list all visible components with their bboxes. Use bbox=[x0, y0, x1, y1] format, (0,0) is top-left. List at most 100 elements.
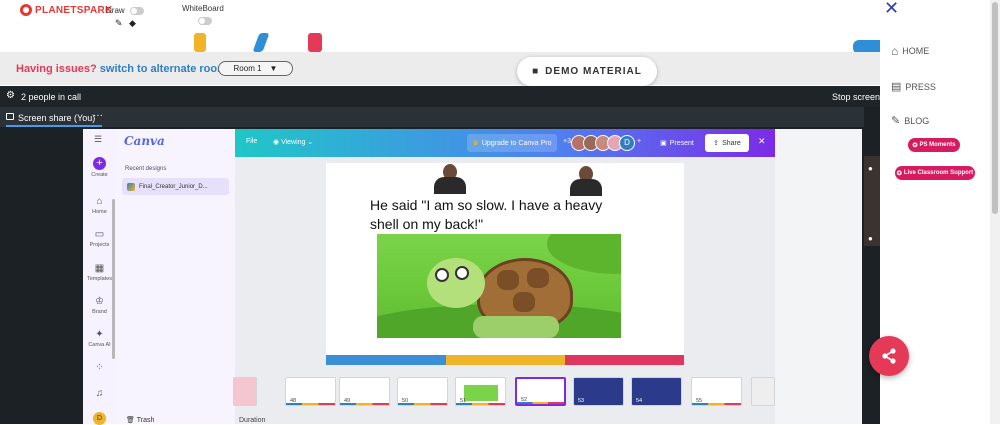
close-icon[interactable]: ✕ bbox=[884, 0, 899, 17]
page-scrollbar[interactable] bbox=[990, 0, 1000, 424]
participant-video[interactable]: ● ● bbox=[864, 156, 880, 246]
mic-icon-bottom: ● bbox=[868, 234, 873, 243]
page-number: 51 bbox=[460, 398, 467, 404]
upgrade-label: Upgrade to Canva Pro bbox=[481, 139, 552, 147]
whiteboard-toggle[interactable] bbox=[198, 17, 212, 25]
more-options-icon[interactable]: ··· bbox=[93, 110, 103, 121]
nav-blog-label: BLOG bbox=[904, 115, 930, 126]
screen-share-tab[interactable]: Screen share (You) ··· bbox=[0, 107, 864, 127]
caret-down-icon: ▼ bbox=[269, 64, 278, 73]
close-icon[interactable]: ✕ bbox=[758, 136, 766, 147]
editor-toolbar: File ◉ Viewing ⌄ ♛ Upgrade to Canva Pro … bbox=[235, 129, 775, 157]
stripe-red bbox=[565, 355, 684, 365]
share-label: Share bbox=[722, 139, 741, 147]
stripe-blue bbox=[326, 355, 446, 365]
planetspark-logo[interactable]: PLANETSPARK bbox=[20, 4, 113, 16]
page-thumbnail[interactable] bbox=[751, 377, 775, 406]
nav-blog[interactable]: ✎ BLOG bbox=[891, 114, 929, 127]
avatar: D bbox=[619, 135, 635, 151]
share-button[interactable]: ⇪ Share bbox=[705, 134, 749, 152]
nav-press[interactable]: ▤ PRESS bbox=[891, 80, 936, 93]
screen-icon bbox=[6, 113, 14, 120]
rail-apps[interactable]: ⁘ bbox=[83, 362, 116, 375]
canva-window: ☰ + Create ⌂ Home ▭ Projects ▦ Templates ♔ B… bbox=[83, 129, 862, 425]
person-image bbox=[568, 166, 604, 196]
newspaper-icon: ▤ bbox=[891, 81, 902, 93]
demo-material-label: DEMO MATERIAL bbox=[545, 66, 642, 77]
live-support-button[interactable]: ✪ Live Classroom Support bbox=[895, 166, 975, 180]
page-thumbnail[interactable]: 55 bbox=[691, 377, 742, 406]
people-count: 2 people in call bbox=[21, 92, 82, 102]
page-number: 50 bbox=[402, 398, 409, 404]
nav-press-label: PRESS bbox=[905, 81, 936, 92]
call-header: ⚙ 2 people in call Stop screen bbox=[0, 86, 880, 107]
rail-home-label: Home bbox=[92, 209, 107, 215]
page-thumbnail[interactable]: 48 bbox=[285, 377, 336, 406]
pencil-icon: ✎ bbox=[891, 115, 901, 127]
recent-design-title: Final_Creator_Junior_D... bbox=[139, 183, 208, 190]
present-button[interactable]: ▣ Present bbox=[655, 134, 699, 152]
rail-create[interactable]: Create bbox=[83, 172, 116, 178]
rail-notifications[interactable]: ♫ bbox=[83, 388, 116, 401]
decorative-arc-red bbox=[308, 33, 322, 52]
rail-canva-ai-label: Canva AI bbox=[88, 342, 111, 348]
file-menu[interactable]: File bbox=[246, 138, 257, 145]
present-label: Present bbox=[669, 139, 694, 147]
slide-canvas[interactable]: He said "I am so slow. I have a heavy sh… bbox=[326, 163, 684, 365]
share-icon bbox=[882, 348, 896, 364]
page-thumbnails: 48 49 50 51 52 53 54 55 bbox=[233, 373, 775, 409]
eraser-icon[interactable]: ◆ bbox=[129, 18, 136, 29]
draw-label: Draw bbox=[106, 6, 125, 15]
page-thumbnail[interactable]: 51 bbox=[455, 377, 506, 406]
viewing-dropdown[interactable]: ◉ Viewing ⌄ bbox=[273, 138, 313, 146]
ps-moments-button[interactable]: ✪ PS Moments bbox=[908, 138, 960, 152]
trash-link[interactable]: 🗑 Trash bbox=[126, 416, 154, 424]
canva-editor: File ◉ Viewing ⌄ ♛ Upgrade to Canva Pro … bbox=[233, 129, 775, 424]
upload-icon: ⇪ bbox=[713, 140, 720, 147]
pencil-icon[interactable]: ✎ bbox=[115, 18, 123, 29]
canva-logo[interactable]: Canva bbox=[124, 134, 165, 148]
page-thumbnail[interactable]: 49 bbox=[339, 377, 390, 406]
stop-screen-button[interactable]: Stop screen bbox=[832, 92, 880, 102]
slide-text: He said "I am so slow. I have a heavy sh… bbox=[370, 197, 603, 232]
upgrade-button[interactable]: ♛ Upgrade to Canva Pro bbox=[467, 134, 557, 152]
recent-design-item[interactable]: Final_Creator_Junior_D... bbox=[122, 178, 229, 195]
rail-scrollbar[interactable] bbox=[112, 199, 115, 359]
room-select-value: Room 1 bbox=[233, 64, 262, 73]
top-bar: PLANETSPARK Draw ✎ ◆ WhiteBoard bbox=[0, 0, 880, 33]
design-thumbnail-icon bbox=[127, 182, 135, 191]
rail-projects-label: Projects bbox=[89, 242, 110, 248]
switch-room-link[interactable]: switch to alternate room bbox=[100, 63, 227, 75]
info-icon: ✪ bbox=[896, 170, 902, 177]
share-button-fab[interactable] bbox=[869, 336, 909, 376]
create-button[interactable]: + bbox=[93, 157, 106, 170]
page-number: 55 bbox=[696, 398, 703, 404]
user-avatar[interactable]: D bbox=[93, 412, 106, 425]
page-thumbnail[interactable]: 53 bbox=[573, 377, 624, 406]
person-image bbox=[432, 164, 468, 194]
gear-icon[interactable]: ⚙ bbox=[6, 90, 15, 101]
draw-toggle[interactable] bbox=[130, 7, 144, 15]
present-icon: ▣ bbox=[660, 140, 667, 147]
nav-home[interactable]: ⌂ HOME bbox=[891, 44, 929, 58]
bell-icon: ♫ bbox=[95, 388, 104, 399]
collaborator-avatars[interactable]: D bbox=[571, 135, 635, 151]
duration-label[interactable]: Duration bbox=[239, 417, 265, 424]
logo-text: PLANETSPARK bbox=[35, 4, 113, 16]
turtle-illustration bbox=[377, 234, 621, 338]
screen-share-label: Screen share (You) bbox=[18, 113, 96, 123]
star-icon: ✪ bbox=[912, 142, 918, 149]
page-thumbnail[interactable] bbox=[233, 377, 257, 406]
page-thumbnail[interactable]: 52 bbox=[515, 377, 566, 406]
rail-brand-label: Brand bbox=[92, 309, 107, 315]
page-number: 54 bbox=[636, 398, 643, 404]
recent-designs-heading: Recent designs bbox=[125, 166, 167, 172]
page-thumbnail[interactable]: 50 bbox=[397, 377, 448, 406]
page-number: 49 bbox=[344, 398, 351, 404]
demo-material-button[interactable]: ■ DEMO MATERIAL bbox=[517, 57, 657, 86]
collapse-panel-icon[interactable]: ☰ bbox=[94, 134, 102, 145]
room-select[interactable]: Room 1 ▼ bbox=[218, 61, 293, 76]
page-scrollbar-thumb[interactable] bbox=[992, 2, 998, 214]
add-collaborator-icon[interactable]: + bbox=[637, 138, 641, 145]
page-thumbnail[interactable]: 54 bbox=[631, 377, 682, 406]
